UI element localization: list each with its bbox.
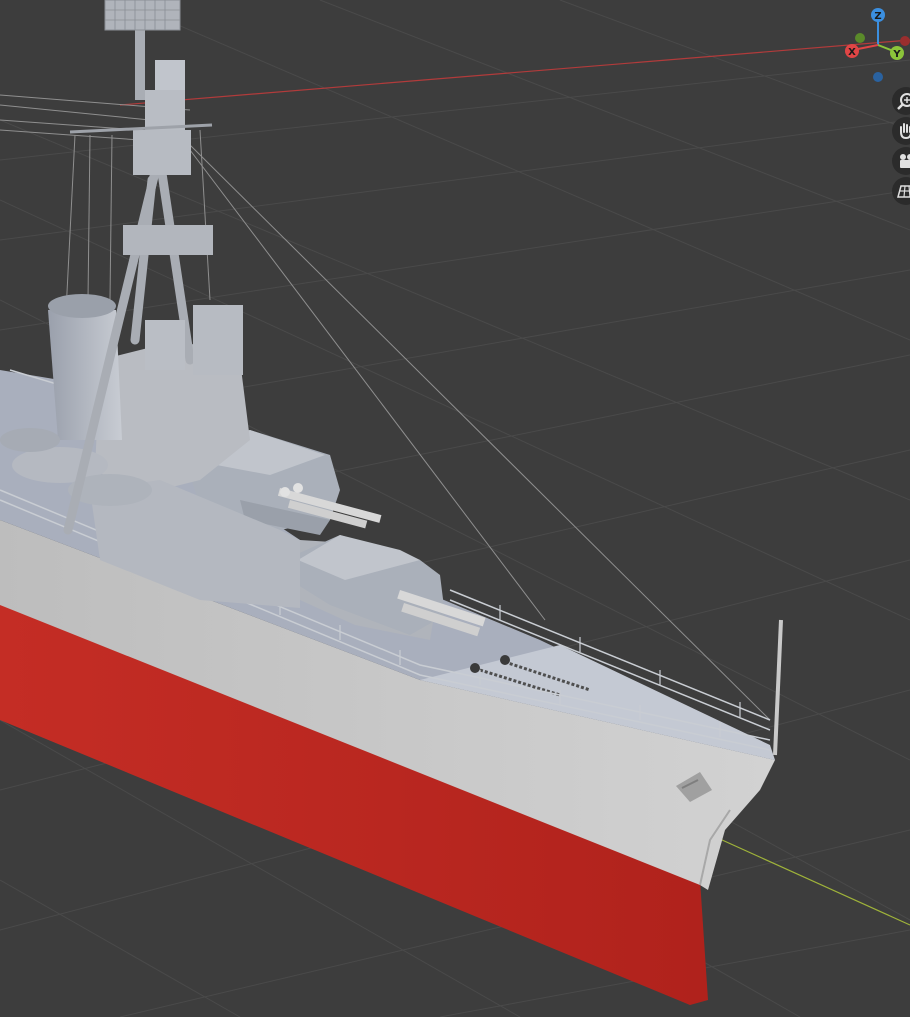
gizmo-negative-x[interactable]: [900, 36, 910, 46]
gizmo-z-label: Z: [874, 11, 881, 22]
gizmo-x-label: X: [848, 47, 856, 58]
camera-icon: [900, 154, 910, 168]
zoom-icon: [897, 93, 910, 110]
3d-viewport[interactable]: Z Y X: [0, 0, 910, 1017]
gizmo-negative-z[interactable]: [873, 72, 883, 82]
gizmo-negative-y[interactable]: [855, 33, 865, 43]
gizmo-y-label: Y: [892, 49, 901, 60]
capstan: [500, 655, 510, 665]
hand-pan-icon: [900, 123, 910, 140]
capstan: [470, 663, 480, 673]
grid-perspective-icon: [897, 185, 910, 198]
radar-antenna: [104, 0, 181, 31]
viewport-canvas[interactable]: Z Y X: [0, 0, 910, 1017]
